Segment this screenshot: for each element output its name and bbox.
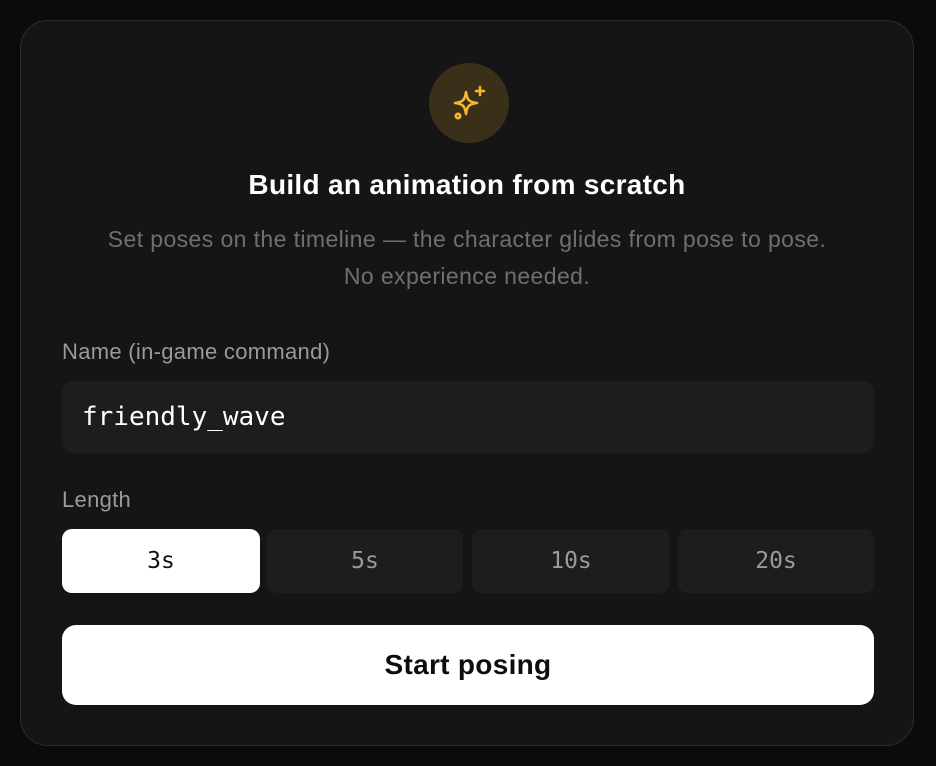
sparkles-icon-badge <box>429 63 509 143</box>
length-option-5s[interactable]: 5s <box>267 529 463 593</box>
length-label: Length <box>62 487 132 512</box>
length-selector: 3s 5s 10s 20s <box>62 529 874 593</box>
subtitle-line-2: No experience needed. <box>343 263 591 289</box>
start-posing-button[interactable]: Start posing <box>62 625 874 705</box>
page-subtitle: Set poses on the timeline — the characte… <box>21 221 913 295</box>
subtitle-line-1: Set poses on the timeline — the characte… <box>107 226 827 252</box>
length-option-10s[interactable]: 10s <box>472 529 670 593</box>
sparkles-icon <box>453 85 486 120</box>
length-option-20s[interactable]: 20s <box>678 529 874 593</box>
create-animation-card: Build an animation from scratch Set pose… <box>20 20 914 746</box>
name-field-label: Name (in-game command) <box>62 339 331 364</box>
page-title: Build an animation from scratch <box>248 169 686 200</box>
name-input[interactable] <box>62 381 874 453</box>
length-option-3s[interactable]: 3s <box>62 529 260 593</box>
